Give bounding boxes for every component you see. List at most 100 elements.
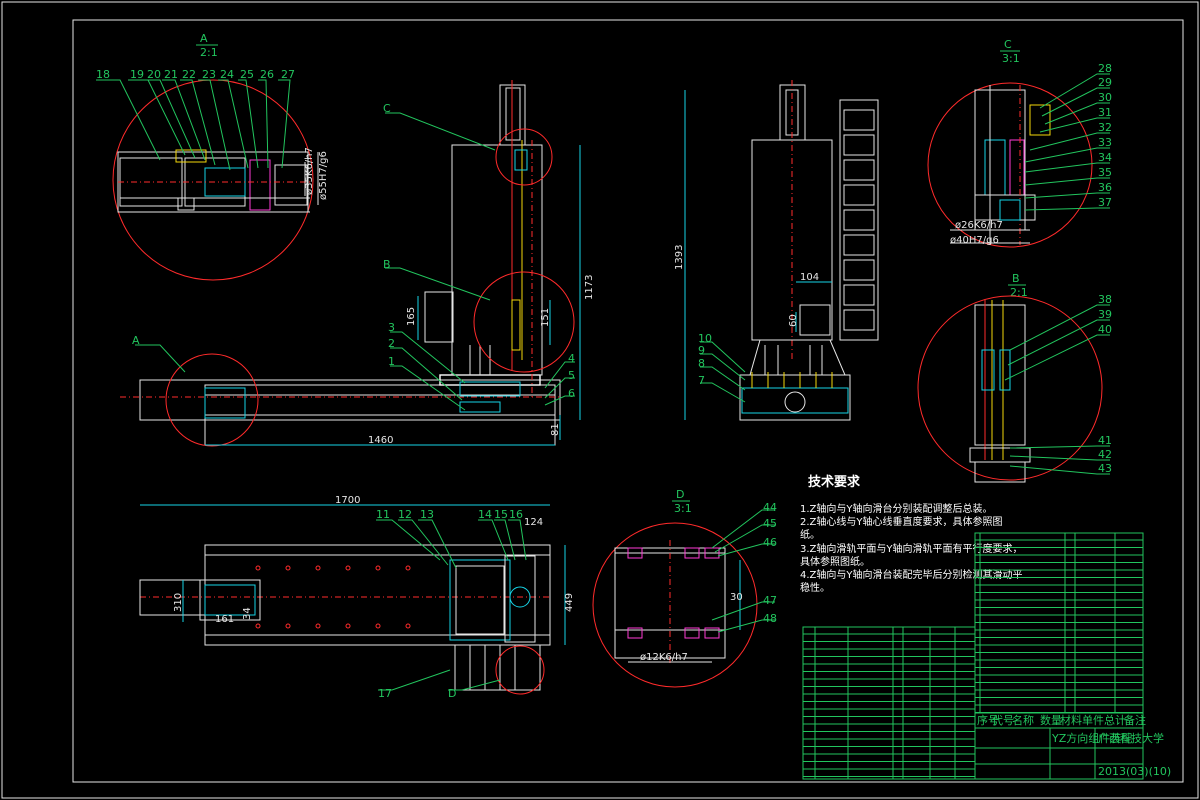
part-label-14: 14 [478,508,492,521]
requirement-line-1: 1.Z轴向与Y轴向滑台分别装配调整后总装。 [800,502,993,515]
part-label-18: 18 [96,68,110,81]
detail-view-d: D 3:1 30 ø12K6/h7 44 45 46 47 48 [592,488,777,688]
dim-310: 310 [173,593,184,612]
header-col-7: 总计 [1104,713,1126,727]
part-label-34: 34 [1098,151,1112,164]
requirement-line-5: 具体参照图纸。 [800,555,870,568]
cad-drawing-canvas: A 2:1 18 19 20 21 22 23 24 25 26 27 ø35K… [1,1,1199,799]
header-col-4: 数量 [1040,714,1062,727]
part-label-44: 44 [763,501,777,514]
header-col-3: 名称 [1012,713,1034,727]
part-label-20: 20 [147,68,161,81]
detail-view-b: B 2:1 38 39 40 41 42 43 [917,272,1112,483]
part-label-43: 43 [1098,462,1112,475]
part-label-33: 33 [1098,136,1112,149]
dim-165: 165 [406,307,417,326]
dim-1393: 1393 [674,245,685,270]
fit-a-35: ø35K6/h7 [304,147,315,195]
requirement-line-2: 2.Z轴心线与Y轴心线垂直度要求，具体参照图 [800,515,1003,528]
part-label-17: 17 [378,687,392,700]
part-label-36: 36 [1098,181,1112,194]
part-label-42: 42 [1098,448,1112,461]
callout-b: B [383,258,391,271]
detail-a-label: A [200,32,208,45]
dim-104: 104 [800,272,819,283]
part-label-1: 1 [388,355,395,368]
dim-34: 34 [242,607,253,620]
dim-d-30: 30 [730,592,743,603]
title-block-header-row: 序号 代号 名称 数量 材料 单件 总计 备注 [977,713,1146,727]
requirement-line-7: 稳性。 [800,581,830,594]
title-block-school: 广西科技大学 [1098,731,1164,745]
detail-d-scale: 3:1 [674,502,692,515]
callout-d: D [448,687,456,700]
dim-124: 124 [524,517,543,528]
part-label-16: 16 [509,508,523,521]
dim-151: 151 [540,308,551,327]
dim-1460: 1460 [368,435,393,446]
part-label-41: 41 [1098,434,1112,447]
part-label-7: 7 [698,374,705,387]
part-label-35: 35 [1098,166,1112,179]
detail-d-label: D [676,488,684,501]
title-block-drawing-no: 2013(03)(10) [1098,765,1171,778]
part-label-15: 15 [494,508,508,521]
part-label-24: 24 [220,68,234,81]
callout-circle-c [495,128,553,186]
part-label-22: 22 [182,68,196,81]
requirement-line-3: 纸。 [800,528,820,541]
header-col-5: 材料 [1060,713,1082,727]
part-label-47: 47 [763,594,777,607]
part-label-26: 26 [260,68,274,81]
part-label-37: 37 [1098,196,1112,209]
part-label-40: 40 [1098,323,1112,336]
detail-a-scale: 2:1 [200,46,218,59]
requirement-line-4: 3.Z轴向滑轨平面与Y轴向滑轨平面有平行度要求， [800,542,1023,555]
dim-449: 449 [564,593,575,612]
header-col-6: 单件 [1082,714,1104,727]
part-label-30: 30 [1098,91,1112,104]
front-view: A C B 3 2 1 4 5 6 1460 1173 165 151 81 [120,80,595,447]
part-label-46: 46 [763,536,777,549]
dim-81: 81 [550,423,561,436]
fit-d-12: ø12K6/h7 [640,652,688,663]
detail-a-circle [112,79,314,281]
part-label-2: 2 [388,337,395,350]
part-label-11: 11 [376,508,390,521]
part-label-32: 32 [1098,121,1112,134]
dim-1173: 1173 [584,275,595,300]
part-label-39: 39 [1098,308,1112,321]
fit-a-55: ø55H7/g6 [318,151,329,200]
dim-60: 60 [788,314,799,327]
dim-1700: 1700 [335,495,360,506]
header-col-8: 备注 [1124,713,1146,727]
requirements-title: 技术要求 [808,474,861,490]
callout-a: A [132,334,140,347]
technical-requirements: 技术要求 1.Z轴向与Y轴向滑台分别装配调整后总装。 2.Z轴心线与Y轴心线垂直… [800,474,1023,594]
part-label-23: 23 [202,68,216,81]
callout-circle-b [473,271,575,373]
part-label-3: 3 [388,321,395,334]
detail-c-scale: 3:1 [1002,52,1020,65]
part-label-5: 5 [568,369,575,382]
part-label-21: 21 [164,68,178,81]
header-col-2: 代号 [992,714,1014,727]
part-label-13: 13 [420,508,434,521]
callout-circle-d [495,645,545,695]
top-view: 1700 449 124 310 161 34 11 12 13 14 15 1… [139,495,575,700]
outer-frame [1,1,1199,799]
part-label-6: 6 [568,387,575,400]
side-view: 1393 104 60 10 9 8 7 [674,80,879,421]
callout-c: C [383,102,391,115]
part-label-48: 48 [763,612,777,625]
detail-c-label: C [1004,38,1012,51]
part-label-8: 8 [698,357,705,370]
part-label-28: 28 [1098,62,1112,75]
detail-view-c: C 3:1 ø26K6/h7 ø40H7/g6 28 29 30 31 32 3… [927,38,1112,248]
part-label-25: 25 [240,68,254,81]
part-label-27: 27 [281,68,295,81]
part-label-29: 29 [1098,76,1112,89]
part-label-31: 31 [1098,106,1112,119]
fit-c-26: ø26K6/h7 [955,220,1003,231]
detail-b-label: B [1012,272,1020,285]
